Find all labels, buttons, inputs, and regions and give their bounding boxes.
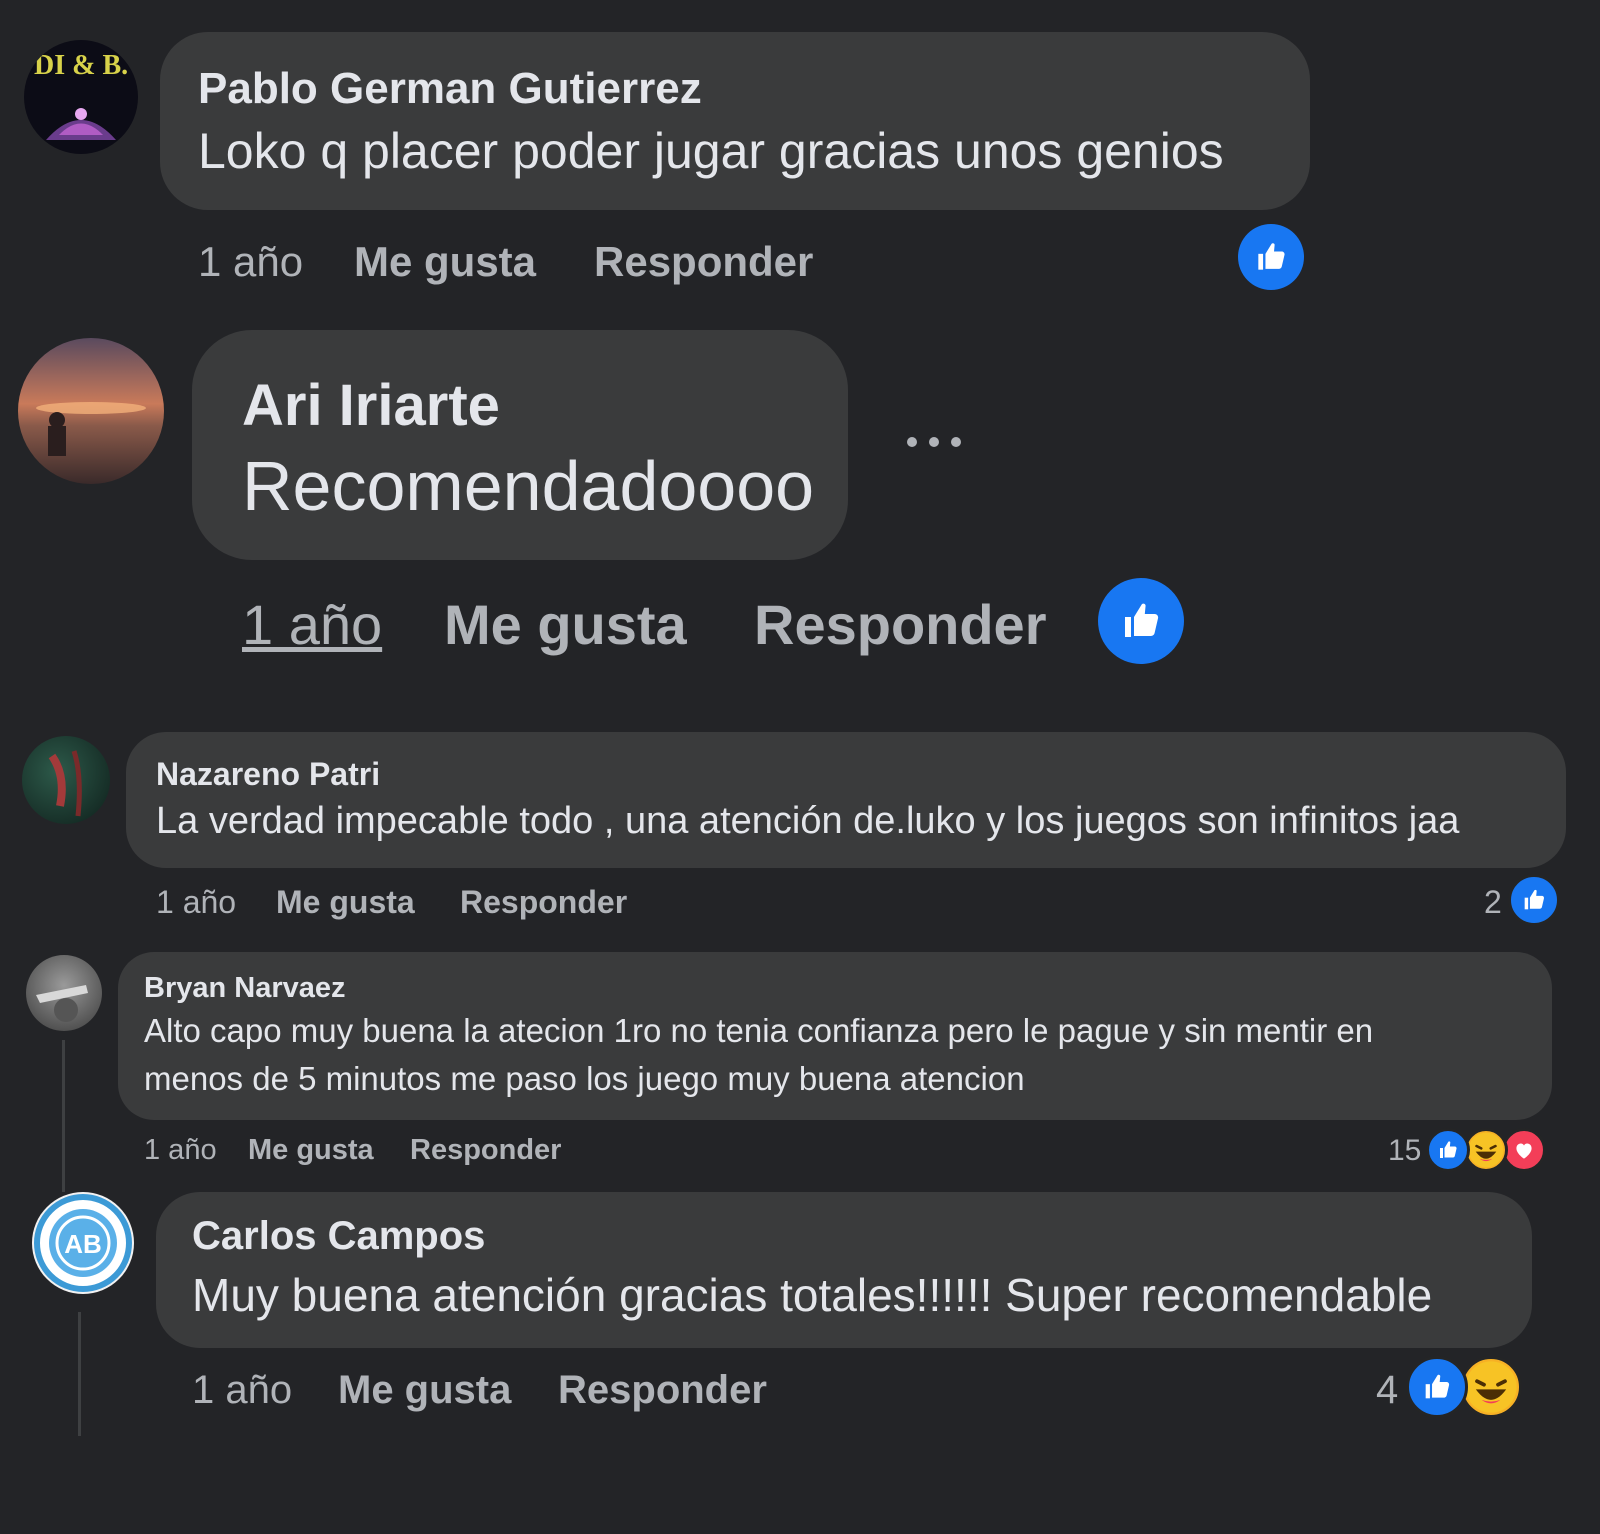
more-options-icon[interactable] xyxy=(904,432,964,452)
reply-button[interactable]: Responder xyxy=(460,884,627,921)
comment-text: Loko q placer poder jugar gracias unos g… xyxy=(198,123,1224,179)
comment-bubble xyxy=(160,32,1310,210)
comment-text: Muy buena atención gracias totales!!!!!!… xyxy=(192,1269,1433,1321)
author-name[interactable]: Bryan Narvaez xyxy=(144,972,346,1005)
haha-icon[interactable] xyxy=(1460,1356,1522,1418)
comment-text: La verdad impecable todo , una atención … xyxy=(156,800,1460,842)
avatar-photo-icon xyxy=(36,985,88,1022)
comment-text: Recomendadoooo xyxy=(242,447,815,525)
author-name[interactable]: Ari Iriarte xyxy=(242,372,500,439)
author-name[interactable]: Nazareno Patri xyxy=(156,756,380,793)
like-icon[interactable] xyxy=(1508,874,1560,926)
timestamp[interactable]: 1 año xyxy=(156,884,236,921)
like-icon[interactable] xyxy=(1098,578,1184,664)
reaction-count[interactable]: 15 xyxy=(1388,1134,1421,1168)
timestamp[interactable]: 1 año xyxy=(192,1368,292,1413)
club-crest-icon: AB xyxy=(34,1194,132,1292)
avatar[interactable]: DI & B. xyxy=(24,40,138,154)
timestamp[interactable]: 1 año xyxy=(144,1134,217,1167)
like-icon[interactable] xyxy=(1406,1356,1468,1418)
timestamp[interactable]: 1 año xyxy=(198,238,303,286)
love-icon[interactable] xyxy=(1502,1128,1546,1172)
comment-text-line-2: menos de 5 minutos me paso los juego muy… xyxy=(144,1060,1025,1097)
svg-text:AB: AB xyxy=(64,1229,102,1259)
timestamp[interactable]: 1 año xyxy=(242,592,382,657)
reaction-count[interactable]: 2 xyxy=(1484,884,1502,921)
reaction-count[interactable]: 4 xyxy=(1376,1368,1398,1413)
thread-line xyxy=(62,1040,65,1192)
avatar[interactable] xyxy=(18,338,164,484)
like-icon[interactable] xyxy=(1426,1128,1470,1172)
comment-text-line-1: Alto capo muy buena la atecion 1ro no te… xyxy=(144,1012,1374,1049)
like-button[interactable]: Me gusta xyxy=(354,238,536,286)
reply-button[interactable]: Responder xyxy=(410,1134,561,1167)
author-name[interactable]: Pablo German Gutierrez xyxy=(198,64,702,114)
svg-text:DI & B.: DI & B. xyxy=(34,50,128,81)
like-button[interactable]: Me gusta xyxy=(444,592,687,657)
reply-button[interactable]: Responder xyxy=(754,592,1047,657)
avatar[interactable] xyxy=(26,955,102,1031)
like-button[interactable]: Me gusta xyxy=(276,884,415,921)
like-button[interactable]: Me gusta xyxy=(338,1368,511,1413)
avatar-photo-icon xyxy=(48,750,82,817)
haha-icon[interactable] xyxy=(1464,1128,1508,1172)
thread-line xyxy=(78,1312,81,1436)
avatar[interactable] xyxy=(22,736,110,824)
like-button[interactable]: Me gusta xyxy=(248,1134,374,1167)
avatar-logo-icon: DI & B. xyxy=(34,50,128,140)
reply-button[interactable]: Responder xyxy=(558,1368,767,1413)
reply-button[interactable]: Responder xyxy=(594,238,813,286)
author-name[interactable]: Carlos Campos xyxy=(192,1214,485,1259)
avatar[interactable]: AB xyxy=(32,1192,134,1294)
like-icon[interactable] xyxy=(1238,224,1304,290)
avatar-photo-icon xyxy=(36,402,146,456)
